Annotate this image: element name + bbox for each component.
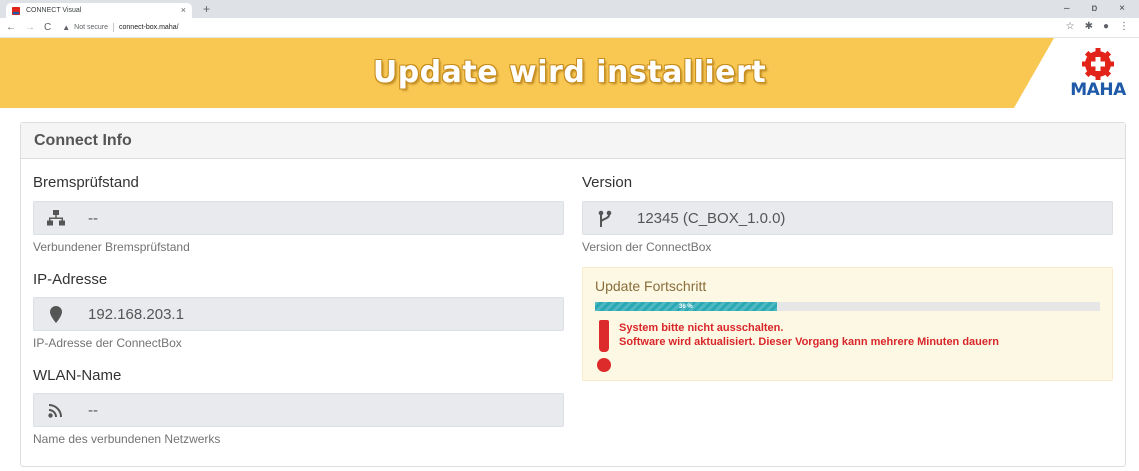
update-progress-label: 36 % — [679, 303, 693, 310]
tab-close-icon[interactable]: × — [181, 6, 186, 15]
warning-line-1: System bitte nicht ausschalten. — [619, 322, 784, 334]
address-bar: ← → C ▲ Not secure connect-box.maha/ ☆ ✱… — [0, 18, 1139, 38]
version-label: Version — [582, 174, 633, 191]
wlan-name-label: WLAN-Name — [33, 367, 122, 384]
profile-icon[interactable]: ● — [1103, 21, 1109, 32]
page-header: Update wird installiert MAHA — [0, 38, 1139, 108]
network-icon — [34, 210, 78, 226]
omnibox[interactable]: ▲ Not secure connect-box.maha/ — [62, 21, 179, 35]
location-pin-icon — [34, 305, 78, 323]
browser-actions: ☆ ✱ ● ⋮ — [1066, 21, 1129, 32]
update-progress-title: Update Fortschritt — [595, 278, 707, 294]
ip-address-field: 192.168.203.1 — [33, 297, 564, 331]
ip-address-help: IP-Adresse der ConnectBox — [33, 336, 182, 350]
maha-favicon-icon — [12, 6, 20, 15]
menu-dots-icon[interactable]: ⋮ — [1119, 21, 1129, 32]
update-progress-track: 36 % — [595, 302, 1100, 311]
browser-tab-bar: CONNECT Visual × + – ɒ × — [0, 0, 1139, 18]
warning-line-2: Software wird aktualisiert. Dieser Vorga… — [619, 336, 1000, 348]
connect-info-panel: Connect Info Bremsprüfstand -- Verbunden… — [20, 122, 1126, 467]
update-progress-bar: 36 % — [595, 302, 777, 311]
reload-icon[interactable]: C — [44, 22, 51, 33]
bookmark-star-icon[interactable]: ☆ — [1066, 21, 1075, 32]
version-value: 12345 (C_BOX_1.0.0) — [637, 209, 786, 227]
wifi-icon — [34, 401, 78, 419]
logo-text: MAHA — [1070, 80, 1126, 100]
close-window-button[interactable]: × — [1119, 2, 1125, 16]
brake-tester-field: -- — [33, 201, 564, 235]
branch-icon — [583, 210, 627, 227]
version-field: 12345 (C_BOX_1.0.0) — [582, 201, 1113, 235]
restore-button[interactable]: ɒ — [1092, 2, 1098, 16]
new-tab-button[interactable]: + — [203, 2, 210, 16]
back-icon[interactable]: ← — [6, 22, 16, 33]
wlan-name-value: -- — [88, 401, 98, 419]
brake-tester-help: Verbundener Bremsprüfstand — [33, 240, 190, 254]
panel-heading: Connect Info — [21, 123, 1125, 159]
brake-tester-value: -- — [88, 209, 98, 227]
url-text[interactable]: connect-box.maha/ — [119, 24, 179, 31]
brake-tester-label: Bremsprüfstand — [33, 174, 139, 191]
warning-triangle-icon[interactable]: ▲ — [62, 23, 70, 32]
ip-address-value: 192.168.203.1 — [88, 305, 184, 323]
tab-title: CONNECT Visual — [26, 7, 82, 14]
extensions-puzzle-icon[interactable]: ✱ — [1085, 21, 1093, 32]
maha-gear-icon — [1082, 48, 1114, 80]
omnibox-separator — [113, 23, 115, 32]
maha-logo: MAHA — [1069, 48, 1127, 100]
wlan-name-field: -- — [33, 393, 564, 427]
ip-address-label: IP-Adresse — [33, 271, 108, 288]
forward-icon[interactable]: → — [25, 22, 35, 33]
minimize-button[interactable]: – — [1064, 2, 1070, 16]
page-title: Update wird installiert — [372, 55, 767, 90]
version-help: Version der ConnectBox — [582, 240, 712, 254]
window-controls: – ɒ × — [1064, 2, 1125, 16]
browser-tab[interactable]: CONNECT Visual × — [6, 3, 192, 18]
exclamation-icon — [597, 320, 611, 374]
update-progress-alert: Update Fortschritt 36 % System bitte nic… — [582, 267, 1113, 381]
wlan-name-help: Name des verbundenen Netzwerks — [33, 432, 221, 446]
not-secure-label[interactable]: Not secure — [74, 24, 108, 31]
